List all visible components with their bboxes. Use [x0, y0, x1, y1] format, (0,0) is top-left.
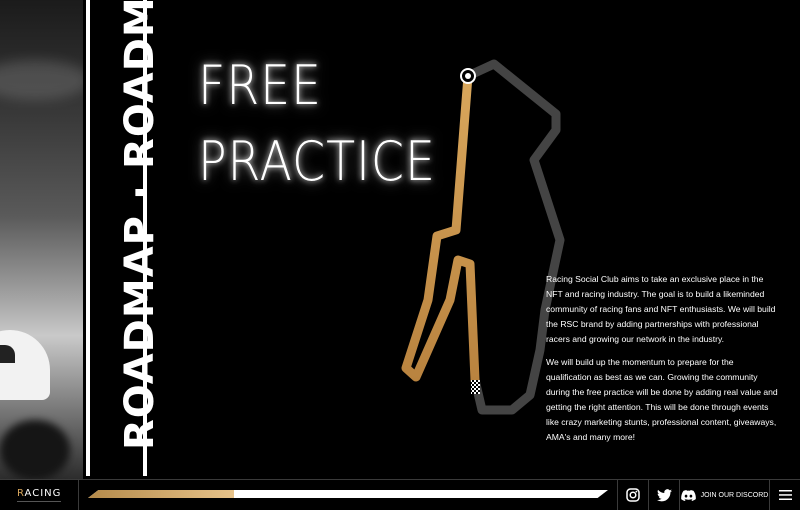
instagram-button[interactable]: [617, 480, 648, 510]
helmet-image: [0, 330, 50, 400]
track-completed: [401, 71, 480, 385]
discord-label: JOIN OUR DISCORD: [700, 491, 769, 499]
twitter-icon: [656, 488, 672, 501]
hamburger-menu-icon: [778, 490, 792, 500]
roadmap-progress-bar: [88, 490, 608, 498]
roadmap-vertical-text: ROADMAP · ROADMAP · ROADMAP · RO: [117, 0, 163, 450]
finish-line-flag: [471, 380, 480, 394]
menu-button[interactable]: [769, 480, 800, 510]
section-description: Racing Social Club aims to take an exclu…: [546, 272, 778, 453]
racing-logo[interactable]: RACING: [0, 480, 79, 510]
roadmap-band: ROADMAP · ROADMAP · ROADMAP · RO: [83, 0, 163, 480]
hero-photo-strip: [0, 0, 83, 480]
description-paragraph-2: We will build up the momentum to prepare…: [546, 357, 778, 442]
instagram-icon: [626, 488, 640, 502]
logo-wordmark: RACING: [17, 488, 62, 499]
roadmap-progress-fill: [88, 490, 234, 498]
description-paragraph-1: Racing Social Club aims to take an exclu…: [546, 274, 776, 344]
bottom-bar: RACING JOIN OUR DISCORD: [0, 479, 800, 510]
twitter-button[interactable]: [648, 480, 679, 510]
discord-icon: [680, 489, 696, 501]
header-controls: JOIN OUR DISCORD: [617, 480, 800, 510]
join-discord-button[interactable]: JOIN OUR DISCORD: [679, 480, 769, 510]
